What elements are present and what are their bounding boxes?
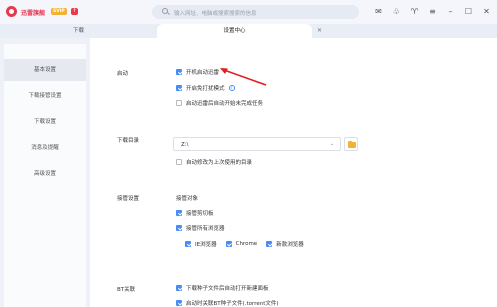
checkbox[interactable] <box>176 159 182 165</box>
checkbox[interactable] <box>176 210 182 216</box>
startup-option-autostart[interactable]: 开机启动迅雷 <box>176 68 219 76</box>
option-label: 开机启动迅雷 <box>186 70 220 76</box>
takeover-subheading: 接管对象 <box>176 196 199 202</box>
remember-dir-option[interactable]: 自动修改为上次使用的目录 <box>176 158 252 166</box>
browser-option-chrome[interactable]: Chrome <box>225 240 258 248</box>
upgrade-badge[interactable]: ↑ <box>71 8 78 15</box>
checkbox[interactable] <box>225 241 232 247</box>
browse-folder-button[interactable] <box>344 137 358 151</box>
startup-option-resume[interactable]: 启动迅雷后自动开始未完成任务 <box>176 99 263 107</box>
minimize-icon[interactable]: – <box>446 7 455 16</box>
sidebar-item-download[interactable]: 下载设置 <box>4 111 86 133</box>
shirt-icon[interactable]: ♈ <box>410 7 419 16</box>
bt-section-label: BT关联 <box>117 287 136 293</box>
bt-option-associate[interactable]: 启动时关联BT种子文件(.torrent文件) <box>176 299 279 307</box>
download-dir-select[interactable]: Z:\ ⌄ <box>173 137 341 151</box>
chevron-down-icon[interactable]: ⌄ <box>330 141 334 147</box>
checkbox[interactable] <box>176 285 182 291</box>
tab-close-icon[interactable]: ✕ <box>317 28 323 34</box>
gift-icon[interactable]: ♧ <box>392 7 401 16</box>
app-logo-icon <box>6 6 17 17</box>
menu-icon[interactable]: ≡ <box>428 7 437 16</box>
vip-badge[interactable]: SVIP <box>51 8 67 15</box>
search-input[interactable]: 输入网址、电脑或搜索搜索的信息 <box>152 5 359 19</box>
startup-section-label: 启动 <box>117 71 129 77</box>
checkbox[interactable] <box>176 100 182 106</box>
checkbox[interactable] <box>176 85 182 91</box>
checkbox[interactable] <box>176 225 182 231</box>
mail-icon[interactable]: ✉ <box>374 7 383 16</box>
browser-option-ie[interactable]: IE浏览器 <box>185 240 217 248</box>
option-label: 启动时关联BT种子文件(.torrent文件) <box>186 301 279 307</box>
option-label: 下载种子文件后自动打开新建面板 <box>186 286 269 292</box>
window-controls: ✉ ♧ ♈ ≡ – ☐ ✕ <box>374 7 491 16</box>
settings-sidebar: 基本设置 下载接管设置 下载设置 消息及提醒 高级设置 <box>4 44 86 307</box>
download-dir-label: 下载目录 <box>117 138 140 144</box>
app-name: 迅雷旗舰 <box>21 10 46 17</box>
browser-option-new[interactable]: 新款浏览器 <box>266 240 304 248</box>
annotation-arrow <box>220 68 267 86</box>
option-label: 新款浏览器 <box>276 242 304 248</box>
tab-download[interactable]: 下载 <box>0 24 157 38</box>
option-label: Chrome <box>235 241 258 247</box>
bt-option-open-panel[interactable]: 下载种子文件后自动打开新建面板 <box>176 284 269 292</box>
checkbox[interactable] <box>266 241 273 247</box>
download-dir-value: Z:\ <box>181 142 189 148</box>
folder-icon <box>348 140 356 148</box>
sidebar-item-advanced[interactable]: 高级设置 <box>4 163 86 185</box>
sidebar-item-notifications[interactable]: 消息及提醒 <box>4 137 86 159</box>
search-icon <box>162 8 168 14</box>
settings-content <box>90 38 497 307</box>
option-label: 自动修改为上次使用的目录 <box>186 160 253 166</box>
browser-options: IE浏览器 Chrome 新款浏览器 <box>185 240 304 248</box>
checkbox[interactable] <box>185 241 191 247</box>
close-icon[interactable]: ✕ <box>482 7 491 16</box>
option-label: 启动迅雷后自动开始未完成任务 <box>186 101 264 107</box>
takeover-clipboard-option[interactable]: 接管剪切板 <box>176 209 214 217</box>
option-label: 接管所有浏览器 <box>186 226 225 232</box>
checkbox[interactable] <box>176 69 182 75</box>
checkbox[interactable] <box>176 300 182 306</box>
tab-settings-center[interactable]: 设置中心 <box>157 24 312 38</box>
maximize-icon[interactable]: ☐ <box>464 7 473 16</box>
tab-bar: 下载 设置中心 <box>0 24 497 38</box>
search-placeholder: 输入网址、电脑或搜索搜索的信息 <box>174 11 257 17</box>
takeover-all-browsers-option[interactable]: 接管所有浏览器 <box>176 224 225 232</box>
title-bar: 迅雷旗舰 SVIP ↑ 输入网址、电脑或搜索搜索的信息 ✉ ♧ ♈ ≡ – ☐ … <box>0 0 497 24</box>
option-label: IE浏览器 <box>195 242 217 248</box>
option-label: 接管剪切板 <box>186 211 214 217</box>
sidebar-item-basic[interactable]: 基本设置 <box>4 59 86 81</box>
takeover-section-label: 接管设置 <box>117 196 140 202</box>
sidebar-item-takeover[interactable]: 下载接管设置 <box>4 85 86 107</box>
